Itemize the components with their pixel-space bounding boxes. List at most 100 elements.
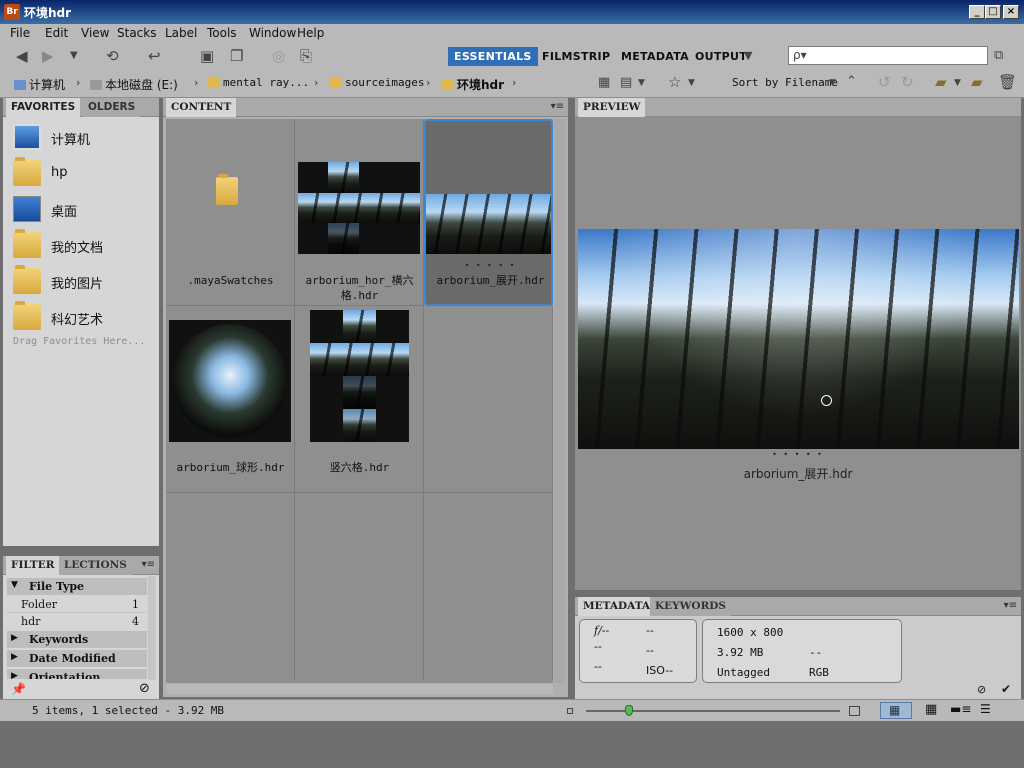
- favorite-item[interactable]: hp: [13, 157, 153, 188]
- filter-row-folder[interactable]: Folder 1: [7, 596, 147, 613]
- sort-dropdown[interactable]: Sort by Filename: [732, 76, 838, 89]
- panel-menu-icon[interactable]: ▾≡: [1004, 600, 1017, 611]
- reveal-recent-icon[interactable]: ⟲: [106, 47, 119, 65]
- details-view-icon[interactable]: ▬≡: [950, 702, 971, 716]
- workspace-metadata[interactable]: METADATA: [615, 47, 695, 66]
- content-item-arborium-unwrap[interactable]: • • • • • arborium_展开.hdr: [424, 119, 553, 306]
- compact-mode-icon[interactable]: ⧉: [994, 47, 1003, 65]
- content-item-arborium-sphere[interactable]: arborium_球形.hdr: [166, 306, 295, 493]
- filter-section-orientation[interactable]: ▶ Orientation: [7, 669, 147, 679]
- menu-window[interactable]: Window: [249, 26, 296, 40]
- trash-icon[interactable]: 🗑: [998, 73, 1017, 91]
- menu-tools[interactable]: Tools: [207, 26, 237, 40]
- workspace-dropdown-icon[interactable]: ▼: [744, 47, 752, 65]
- filter-section-date-modified[interactable]: ▶ Date Modified: [7, 650, 147, 667]
- panel-menu-icon[interactable]: ▾≡: [142, 559, 155, 570]
- breadcrumb-current[interactable]: 环境hdr: [442, 76, 504, 93]
- chevron-right-icon[interactable]: ›: [194, 76, 198, 89]
- menu-help[interactable]: Help: [297, 26, 324, 40]
- chevron-down-icon[interactable]: ▼: [688, 74, 695, 92]
- filter-items-icon[interactable]: ▤: [620, 74, 632, 92]
- menu-label[interactable]: Label: [165, 26, 197, 40]
- filter-section-file-type[interactable]: ▼ File Type: [7, 578, 147, 595]
- filter-section-keywords[interactable]: ▶ Keywords: [7, 631, 147, 648]
- zoom-in-icon[interactable]: [849, 706, 860, 716]
- menu-stacks[interactable]: Stacks: [117, 26, 156, 40]
- filter-scrollbar[interactable]: [148, 576, 156, 680]
- chevron-down-icon[interactable]: ▼: [638, 74, 645, 92]
- tab-collections[interactable]: LECTIONS: [59, 556, 132, 575]
- folder-icon: [216, 174, 238, 205]
- zoom-out-icon[interactable]: [567, 708, 573, 714]
- pin-icon[interactable]: 📌: [11, 682, 26, 696]
- content-item-vertical-cross[interactable]: 竖六格.hdr: [295, 306, 424, 493]
- forward-arrow-icon[interactable]: ▶: [42, 47, 54, 65]
- apply-check-icon[interactable]: ✔: [1001, 682, 1011, 696]
- panel-menu-icon[interactable]: ▾≡: [551, 101, 564, 112]
- rotate-left-icon[interactable]: ↺: [878, 73, 891, 91]
- chevron-right-icon[interactable]: ›: [426, 76, 430, 89]
- list-view-icon[interactable]: ☰: [980, 702, 991, 716]
- clear-filter-icon[interactable]: ⊘: [139, 681, 150, 696]
- tab-filter[interactable]: FILTER: [6, 556, 60, 575]
- tab-metadata[interactable]: METADATA: [578, 597, 656, 616]
- maximize-button[interactable]: □: [985, 5, 1001, 19]
- chevron-right-icon[interactable]: ›: [314, 76, 318, 89]
- refine-icon[interactable]: ❐: [230, 47, 243, 65]
- rotate-icon[interactable]: ◎: [272, 47, 285, 65]
- history-dropdown-icon[interactable]: ▼: [70, 47, 78, 65]
- chevron-down-icon[interactable]: ▼: [954, 74, 961, 92]
- thumbnail-size-slider[interactable]: [586, 710, 840, 712]
- grid-view-button[interactable]: ▦: [880, 702, 912, 719]
- open-recent-file-icon[interactable]: ⎘: [300, 47, 312, 65]
- chevron-right-icon[interactable]: ›: [76, 76, 80, 89]
- back-arrow-icon[interactable]: ◀: [16, 47, 28, 65]
- sort-ascending-icon[interactable]: ⌃: [846, 73, 857, 91]
- quality-icon[interactable]: ▦: [598, 74, 610, 92]
- tab-preview[interactable]: PREVIEW: [578, 98, 646, 117]
- new-folder-icon[interactable]: ▰: [971, 73, 983, 91]
- tab-keywords[interactable]: KEYWORDS: [650, 597, 731, 616]
- tab-folders[interactable]: OLDERS: [83, 98, 141, 117]
- preview-image[interactable]: [578, 229, 1019, 449]
- tab-favorites[interactable]: FAVORITES: [6, 98, 81, 117]
- chevron-right-icon[interactable]: ›: [512, 76, 516, 89]
- menu-edit[interactable]: Edit: [45, 26, 68, 40]
- minimize-button[interactable]: _: [969, 5, 985, 19]
- metadata-tabbar: METADATA KEYWORDS ▾≡: [575, 597, 1021, 616]
- thumbnail: [426, 194, 551, 254]
- search-input[interactable]: ρ▾: [788, 46, 988, 65]
- open-folder-icon[interactable]: ▰: [935, 73, 947, 91]
- rotate-right-icon[interactable]: ↻: [901, 73, 914, 91]
- breadcrumb-sourceimages[interactable]: sourceimages: [330, 76, 424, 89]
- favorite-item[interactable]: 我的图片: [13, 265, 153, 296]
- content-item-maya-swatches[interactable]: .mayaSwatches: [166, 119, 295, 306]
- close-button[interactable]: ×: [1003, 5, 1019, 19]
- camera-icon[interactable]: ▣: [200, 47, 214, 65]
- content-scrollbar[interactable]: [554, 119, 565, 683]
- workspace-essentials[interactable]: ESSENTIALS: [448, 47, 538, 66]
- filter-row-hdr[interactable]: hdr 4: [7, 613, 147, 630]
- favorite-item[interactable]: 科幻艺术: [13, 301, 153, 332]
- folder-icon: [442, 80, 454, 90]
- favorite-item[interactable]: 我的文档: [13, 229, 153, 260]
- chevron-down-icon[interactable]: ▼: [829, 74, 836, 92]
- breadcrumb-computer[interactable]: 计算机: [14, 76, 65, 93]
- workspace-filmstrip[interactable]: FILMSTRIP: [536, 47, 616, 66]
- boomerang-icon[interactable]: ↩: [148, 47, 161, 65]
- content-item-arborium-hor[interactable]: arborium_hor_横六 格.hdr: [295, 119, 424, 306]
- filter-tabbar: FILTER LECTIONS ▾≡: [3, 556, 159, 575]
- tab-content[interactable]: CONTENT: [166, 98, 237, 117]
- favorite-item[interactable]: 桌面: [13, 194, 153, 224]
- favorite-item[interactable]: 计算机: [13, 122, 153, 152]
- breadcrumb-drive[interactable]: 本地磁盘 (E:): [90, 76, 178, 93]
- star-icon[interactable]: ☆: [668, 73, 681, 91]
- content-hscrollbar[interactable]: [166, 684, 553, 694]
- cancel-icon[interactable]: ⊘: [977, 683, 986, 696]
- thumbnail-view-icon[interactable]: ▦: [925, 702, 937, 717]
- menu-view[interactable]: View: [81, 26, 109, 40]
- menu-file[interactable]: File: [10, 26, 30, 40]
- thumbnail: [310, 310, 409, 442]
- breadcrumb-mental-ray[interactable]: mental ray...: [208, 76, 309, 89]
- slider-handle[interactable]: [625, 705, 634, 716]
